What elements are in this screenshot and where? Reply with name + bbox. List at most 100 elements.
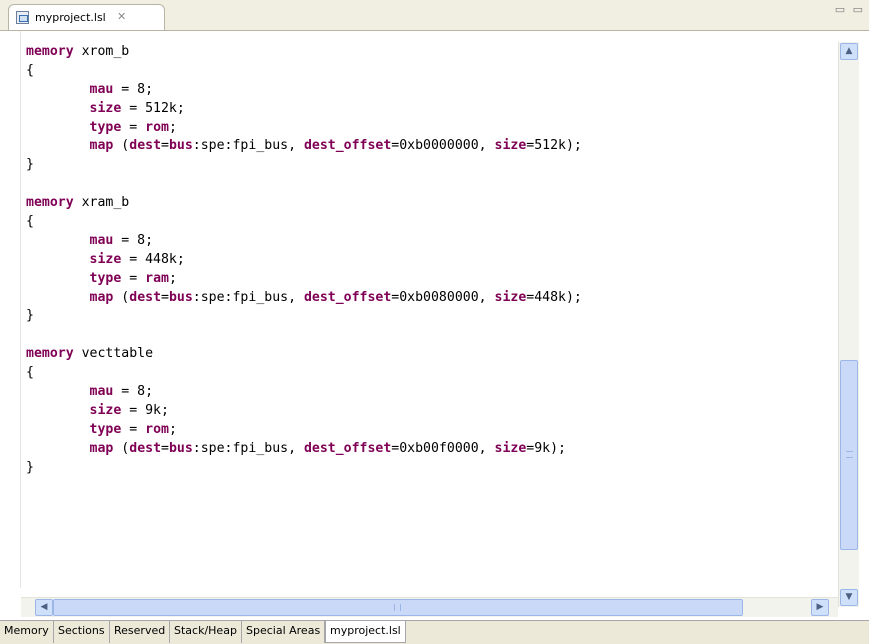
code-token: } <box>26 157 34 173</box>
code-editor[interactable]: memory xrom_b { mau = 8; size = 512k; typ… <box>0 30 869 620</box>
code-token: xrom_b <box>73 44 130 59</box>
code-token: = <box>121 119 146 135</box>
code-token: = 512k; <box>121 100 185 116</box>
keyword-token: mau <box>89 384 114 400</box>
keyword-token: map <box>89 138 114 154</box>
keyword-token: ram <box>145 270 169 286</box>
keyword-token: memory <box>26 195 74 211</box>
scroll-down-button[interactable]: ▼ <box>840 589 858 606</box>
keyword-token: bus <box>168 289 193 305</box>
code-token: = <box>121 270 146 286</box>
chevron-up-icon: ▲ <box>845 46 853 56</box>
code-line: mau = 8; <box>26 81 831 100</box>
code-line: size = 448k; <box>26 251 831 270</box>
minimize-maximize-icons[interactable]: ▭ ▭ <box>835 3 865 16</box>
chevron-down-icon: ▼ <box>845 592 853 602</box>
code-token: = 448k; <box>121 251 185 267</box>
code-line: type = rom; <box>26 119 831 138</box>
editor-tab-myproject[interactable]: myproject.lsl ✕ <box>8 4 165 31</box>
keyword-token: size <box>89 402 122 418</box>
page-tab-stack-heap[interactable]: Stack/Heap <box>170 621 242 643</box>
keyword-token: rom <box>145 421 169 437</box>
lsl-file-icon <box>16 11 29 24</box>
keyword-token: type <box>89 421 122 437</box>
code-line: } <box>26 459 831 478</box>
keyword-token: mau <box>89 232 114 248</box>
keyword-token: memory <box>26 44 74 59</box>
code-token: = <box>161 289 169 305</box>
keyword-token: dest <box>129 440 162 456</box>
keyword-token: mau <box>89 81 114 97</box>
page-tab-myproject-lsl[interactable]: myproject.lsl <box>325 621 406 643</box>
code-token: =0xb0080000, <box>391 289 495 305</box>
code-token: =0xb00f0000, <box>391 440 495 456</box>
keyword-token: size <box>89 251 122 267</box>
page-tab-memory[interactable]: Memory <box>0 621 54 643</box>
code-line: memory vecttable <box>26 345 831 364</box>
chevron-right-icon: ▶ <box>816 602 824 612</box>
code-token: vecttable <box>73 346 154 362</box>
page-tab-special-areas[interactable]: Special Areas <box>242 621 326 643</box>
keyword-token: rom <box>145 119 169 135</box>
code-token: } <box>26 459 34 475</box>
code-token: =0xb0000000, <box>391 138 495 154</box>
keyword-token: dest_offset <box>303 289 392 305</box>
scroll-left-button[interactable]: ◀ <box>35 599 53 616</box>
code-line: size = 512k; <box>26 100 831 119</box>
code-token: = 8; <box>113 81 154 97</box>
code-line: map (dest=bus:spe:fpi_bus, dest_offset=0… <box>26 440 831 459</box>
code-line: memory xram_b <box>26 194 831 213</box>
keyword-token: dest <box>129 138 162 154</box>
code-token: = <box>121 421 146 437</box>
scroll-right-button[interactable]: ▶ <box>811 599 829 616</box>
keyword-token: memory <box>26 346 74 362</box>
keyword-token: map <box>89 289 114 305</box>
code-token: ( <box>113 440 130 456</box>
code-token: ( <box>113 289 130 305</box>
code-token: xram_b <box>73 195 130 211</box>
editor-tab-bar: myproject.lsl ✕ ▭ ▭ <box>0 0 869 31</box>
keyword-token: size <box>494 138 527 154</box>
close-tab-icon[interactable]: ✕ <box>117 10 126 23</box>
chevron-left-icon: ◀ <box>40 602 48 612</box>
keyword-token: type <box>89 119 122 135</box>
code-token: = 9k; <box>121 402 169 418</box>
code-token: :spe:fpi_bus, <box>192 440 304 456</box>
code-line: type = rom; <box>26 421 831 440</box>
code-line: { <box>26 62 831 81</box>
grip-icon <box>846 451 853 458</box>
horizontal-scrollbar[interactable]: ◀ ▶ <box>21 597 838 617</box>
keyword-token: dest <box>129 289 162 305</box>
page-tab-reserved[interactable]: Reserved <box>110 621 171 643</box>
code-token: :spe:fpi_bus, <box>192 289 304 305</box>
horizontal-scroll-thumb[interactable] <box>53 599 743 616</box>
code-text-area[interactable]: memory xrom_b { mau = 8; size = 512k; typ… <box>26 43 831 588</box>
page-tab-sections[interactable]: Sections <box>54 621 110 643</box>
vertical-scroll-thumb[interactable] <box>840 360 858 550</box>
editor-page-tabs: Memory Sections Reserved Stack/Heap Special … <box>0 620 869 644</box>
keyword-token: size <box>89 100 122 116</box>
code-token: = 8; <box>113 232 154 248</box>
code-token: { <box>26 365 34 381</box>
keyword-token: map <box>89 440 114 456</box>
code-line: } <box>26 307 831 326</box>
vertical-scrollbar[interactable]: ▲ ▼ <box>838 42 859 607</box>
code-token: ; <box>168 270 177 286</box>
code-token: = <box>161 440 169 456</box>
keyword-token: size <box>494 440 527 456</box>
code-token: :spe:fpi_bus, <box>192 138 304 154</box>
scroll-up-button[interactable]: ▲ <box>840 43 858 60</box>
code-line: { <box>26 213 831 232</box>
code-line: mau = 8; <box>26 232 831 251</box>
keyword-token: dest_offset <box>303 138 392 154</box>
